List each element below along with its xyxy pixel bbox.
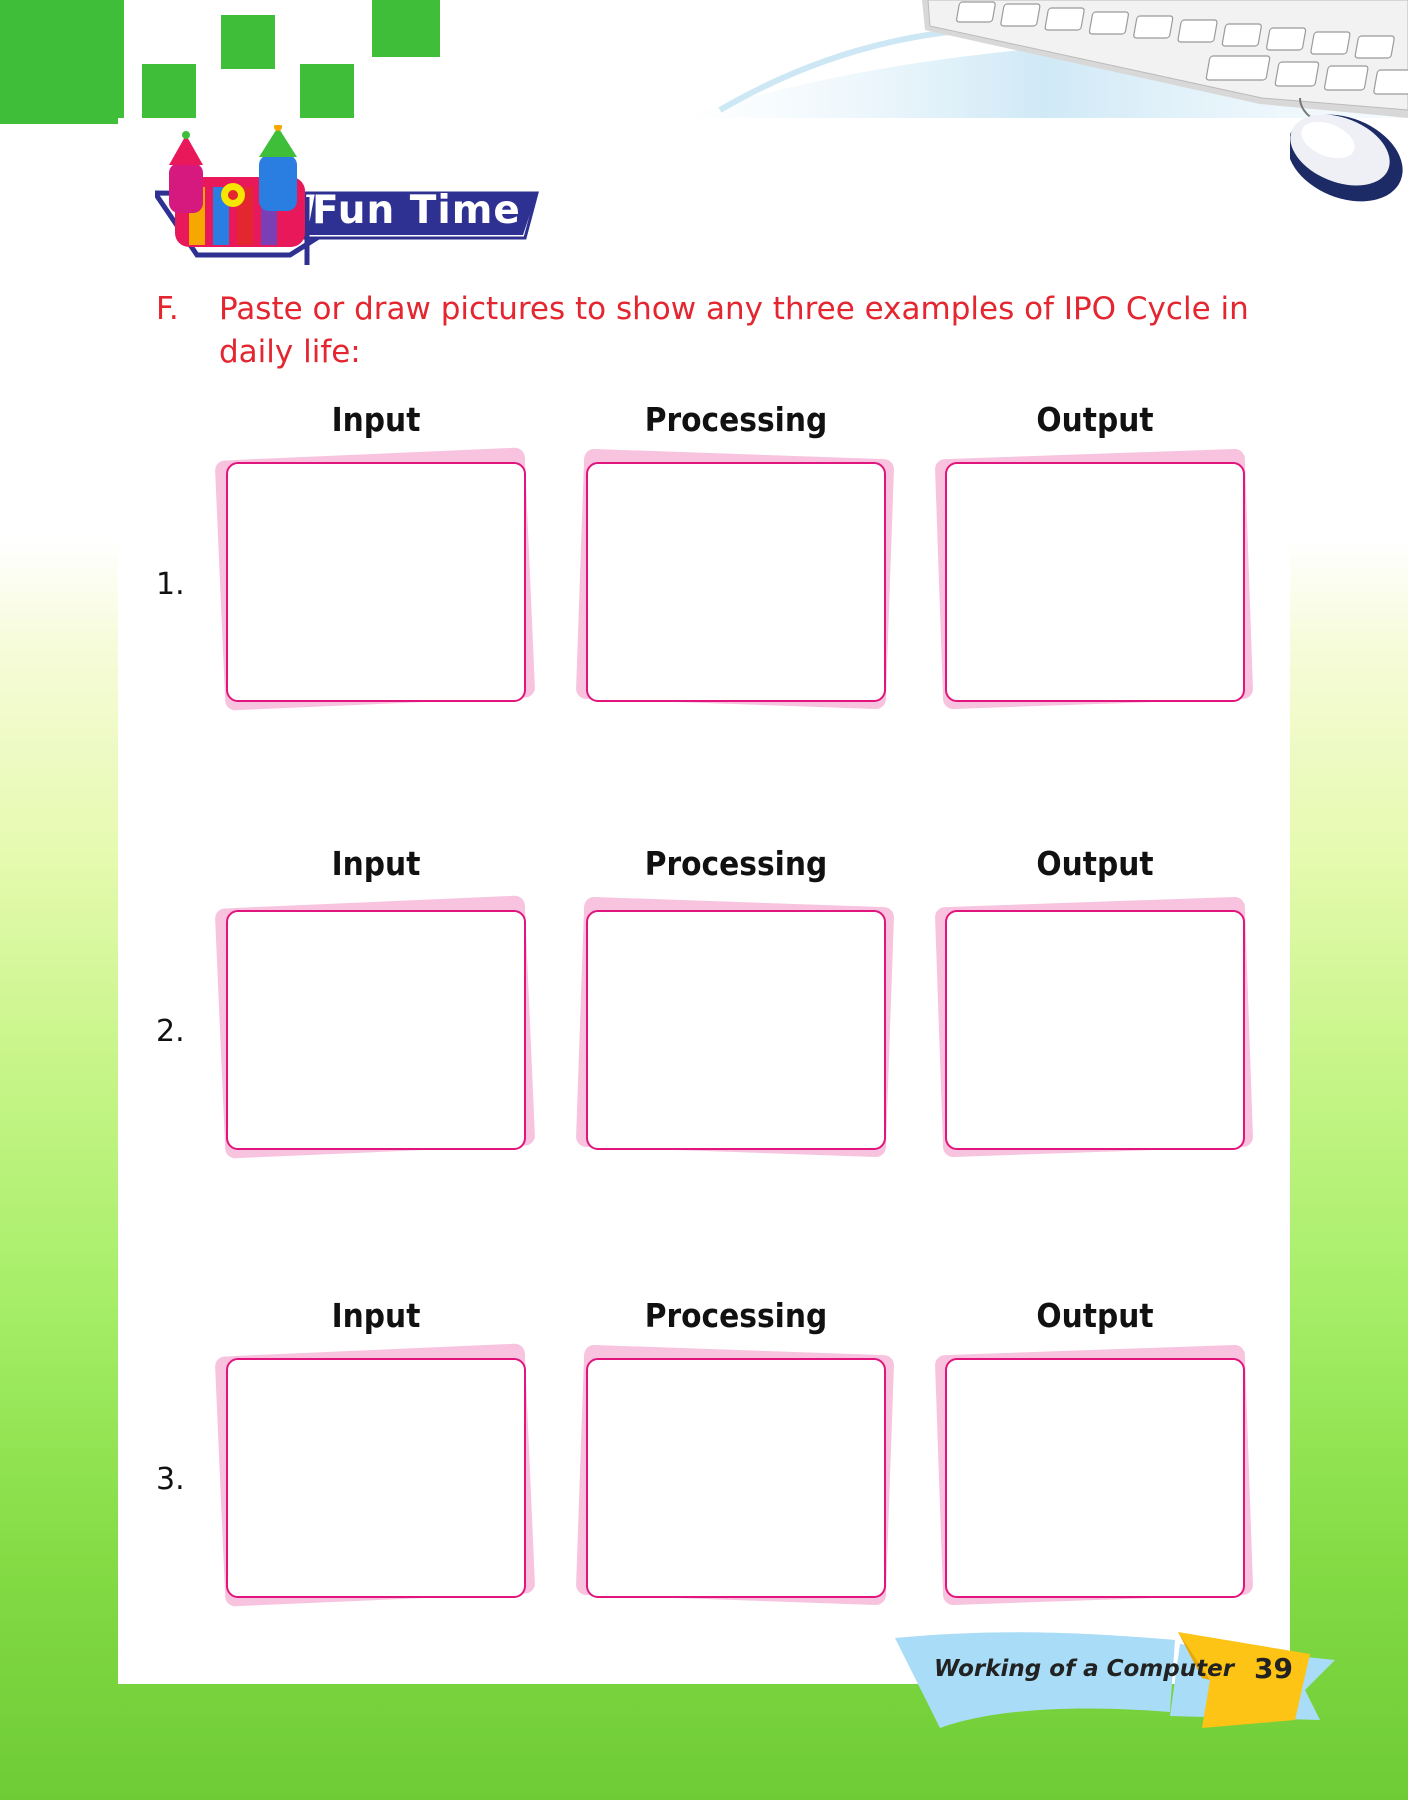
section-title: Fun Time (312, 188, 521, 233)
processing-drawing-box[interactable] (575, 448, 895, 710)
chapter-title: Working of a Computer (934, 1656, 1235, 1682)
processing-drawing-box[interactable] (575, 1344, 895, 1606)
column-label-processing: Processing (644, 400, 828, 439)
page-number: 39 (1254, 1652, 1293, 1685)
column-label-processing: Processing (644, 1296, 828, 1335)
output-drawing-box[interactable] (934, 896, 1254, 1158)
input-drawing-box[interactable] (214, 447, 536, 711)
row-number: 3. (156, 1462, 185, 1497)
column-label-processing: Processing (644, 844, 828, 883)
column-label-input: Input (331, 1296, 421, 1335)
column-label-output: Output (1036, 844, 1154, 883)
column-label-input: Input (331, 400, 421, 439)
question-text: Paste or draw pictures to show any three… (219, 291, 1249, 370)
column-label-output: Output (1036, 400, 1154, 439)
pixel-square (142, 64, 196, 118)
row-number: 2. (156, 1014, 185, 1049)
output-drawing-box[interactable] (934, 448, 1254, 710)
corner-block (0, 0, 124, 124)
output-drawing-box[interactable] (934, 1344, 1254, 1606)
column-label-input: Input (331, 844, 421, 883)
input-drawing-box[interactable] (214, 895, 536, 1159)
pixel-square (221, 15, 275, 69)
column-label-output: Output (1036, 1296, 1154, 1335)
input-drawing-box[interactable] (214, 1343, 536, 1607)
pixel-square (300, 64, 354, 118)
processing-drawing-box[interactable] (575, 896, 895, 1158)
pixel-square (372, 0, 440, 57)
bouncy-castle-icon (169, 125, 305, 247)
question-letter: F. (156, 291, 179, 327)
row-number: 1. (156, 567, 185, 602)
